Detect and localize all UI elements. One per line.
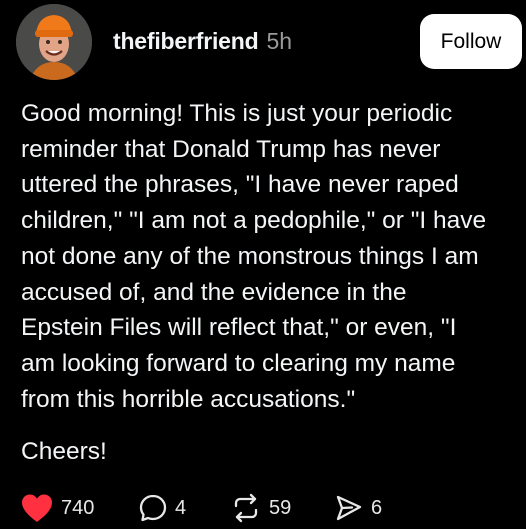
post-body-line: from this horrible accusations." [21, 385, 356, 413]
timestamp: 5h [266, 28, 293, 54]
post-body-line: am looking forward to clearing my name [21, 349, 456, 377]
post-header: thefiberfriend 5h Follow [16, 4, 522, 80]
post-body-line: Epstein Files will reflect that," or eve… [21, 314, 457, 342]
repost-icon [234, 493, 258, 523]
comment-button[interactable]: 4 [138, 490, 186, 526]
post-body-line: accused of, and the evidence in the [21, 278, 407, 306]
post-body-line: children," "I am not a pedophile," or "I… [21, 207, 487, 235]
post-closing: Cheers! [21, 438, 107, 465]
share-button[interactable]: 6 [334, 490, 382, 526]
post-body-line: Good morning! This is just your periodic [21, 100, 453, 127]
follow-button[interactable]: Follow [420, 14, 522, 69]
post-body-line: reminder that Donald Trump has never [21, 135, 441, 163]
avatar[interactable] [16, 4, 92, 80]
action-bar: 740 4 59 6 [20, 490, 500, 526]
avatar-image [16, 4, 92, 80]
heart-icon [22, 494, 52, 522]
post: thefiberfriend 5h Follow Good morning! T… [0, 0, 526, 529]
post-body-line: uttered the phrases, "I have never raped [21, 171, 459, 199]
post-body-line: not done any of the monstrous things I a… [21, 242, 479, 270]
repost-count: 59 [269, 496, 292, 519]
share-send-icon [336, 495, 362, 521]
username[interactable]: thefiberfriend [113, 28, 259, 55]
comment-count: 4 [175, 496, 187, 519]
post-body: Good morning! This is just your periodic… [21, 96, 511, 417]
repost-button[interactable]: 59 [230, 490, 291, 526]
comment-bubble-icon [139, 494, 167, 522]
user-line: thefiberfriend 5h [113, 28, 292, 55]
like-count: 740 [61, 496, 95, 519]
share-count: 6 [371, 496, 383, 519]
like-button[interactable]: 740 [20, 490, 94, 526]
